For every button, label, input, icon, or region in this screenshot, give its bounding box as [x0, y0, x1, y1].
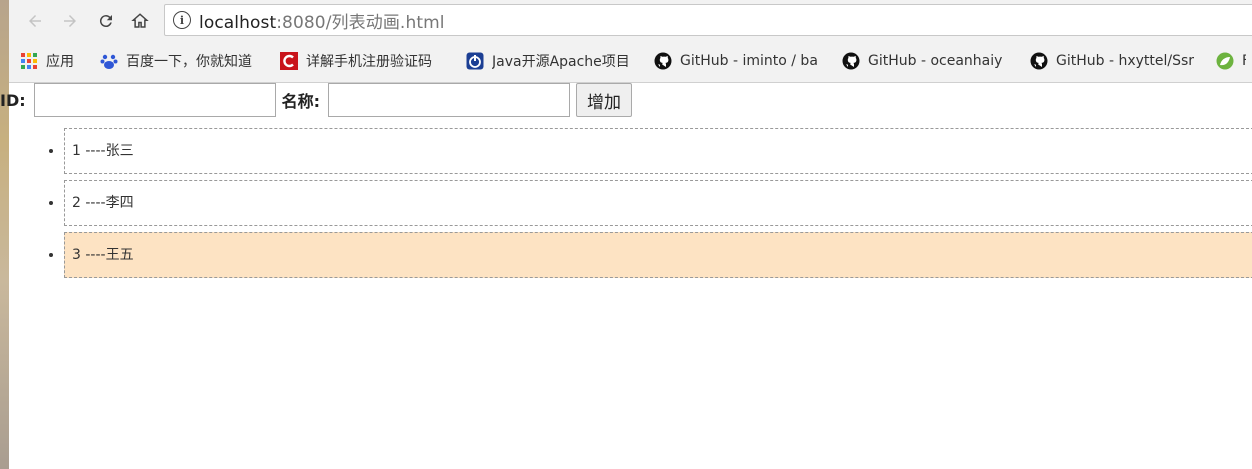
github-icon — [654, 52, 672, 70]
add-item-form: ID: 名称: 增加 — [0, 83, 633, 117]
back-arrow-icon[interactable] — [22, 8, 48, 34]
bookmark-blue-icon — [466, 52, 484, 70]
bookmark-java-apache[interactable]: Java开源Apache项目 — [460, 46, 648, 76]
browser-window: i localhost:8080/列表动画.html 应用 百度一下，你就知道 … — [0, 0, 1252, 469]
bookmark-label: GitHub - hxyttel/Ssr — [1056, 53, 1195, 69]
item-list: 1 ----张三 2 ----李四 3 ----王五 — [9, 128, 1252, 284]
browser-toolbar: i localhost:8080/列表动画.html — [0, 0, 1252, 40]
bookmark-github-hxyttel[interactable]: GitHub - hxyttel/Ssr — [1024, 46, 1210, 76]
bookmark-baidu[interactable]: 百度一下，你就知道 — [94, 46, 274, 76]
add-button[interactable]: 增加 — [576, 83, 633, 117]
bookmark-label: F — [1242, 53, 1246, 69]
spring-leaf-icon — [1216, 52, 1234, 70]
browser-chrome: i localhost:8080/列表动画.html 应用 百度一下，你就知道 … — [0, 0, 1252, 83]
baidu-paw-icon — [100, 54, 118, 69]
list-item[interactable]: 2 ----李四 — [64, 180, 1252, 226]
url-text: localhost:8080/列表动画.html — [199, 12, 445, 33]
bookmark-label: GitHub - oceanhaiy — [868, 53, 1003, 69]
name-label: 名称: — [281, 92, 321, 111]
id-input[interactable] — [33, 83, 276, 117]
bookmark-spring[interactable]: F — [1210, 46, 1252, 76]
bookmark-label: 百度一下，你就知道 — [126, 54, 252, 70]
bookmark-github-oceanhaiy[interactable]: GitHub - oceanhaiy — [836, 46, 1024, 76]
forward-arrow-icon[interactable] — [57, 8, 83, 34]
csdn-c-icon — [280, 52, 298, 70]
list-item[interactable]: 3 ----王五 — [64, 232, 1252, 278]
bookmark-apps[interactable]: 应用 — [0, 46, 94, 76]
bookmark-label: 应用 — [46, 54, 74, 70]
bookmarks-bar: 应用 百度一下，你就知道 详解手机注册验证码 Java开源Apache项目 Gi… — [0, 42, 1252, 80]
window-edge — [0, 0, 9, 469]
bookmark-label: 详解手机注册验证码 — [306, 54, 432, 70]
apps-grid-icon — [21, 53, 37, 69]
bookmark-github-iminto[interactable]: GitHub - iminto / ba — [648, 46, 836, 76]
address-bar[interactable]: i localhost:8080/列表动画.html — [164, 4, 1252, 36]
bookmark-csdn[interactable]: 详解手机注册验证码 — [274, 46, 460, 76]
site-info-icon[interactable]: i — [173, 11, 191, 29]
page-content: ID: 名称: 增加 1 ----张三 2 ----李四 3 ----王五 — [0, 83, 1252, 469]
bookmark-label: Java开源Apache项目 — [492, 54, 630, 70]
github-icon — [842, 52, 860, 70]
bookmark-label: GitHub - iminto / ba — [680, 53, 818, 69]
reload-icon[interactable] — [93, 8, 119, 34]
name-input[interactable] — [328, 83, 571, 117]
home-icon[interactable] — [127, 8, 153, 34]
list-item[interactable]: 1 ----张三 — [64, 128, 1252, 174]
github-icon — [1030, 52, 1048, 70]
id-label: ID: — [0, 90, 26, 110]
